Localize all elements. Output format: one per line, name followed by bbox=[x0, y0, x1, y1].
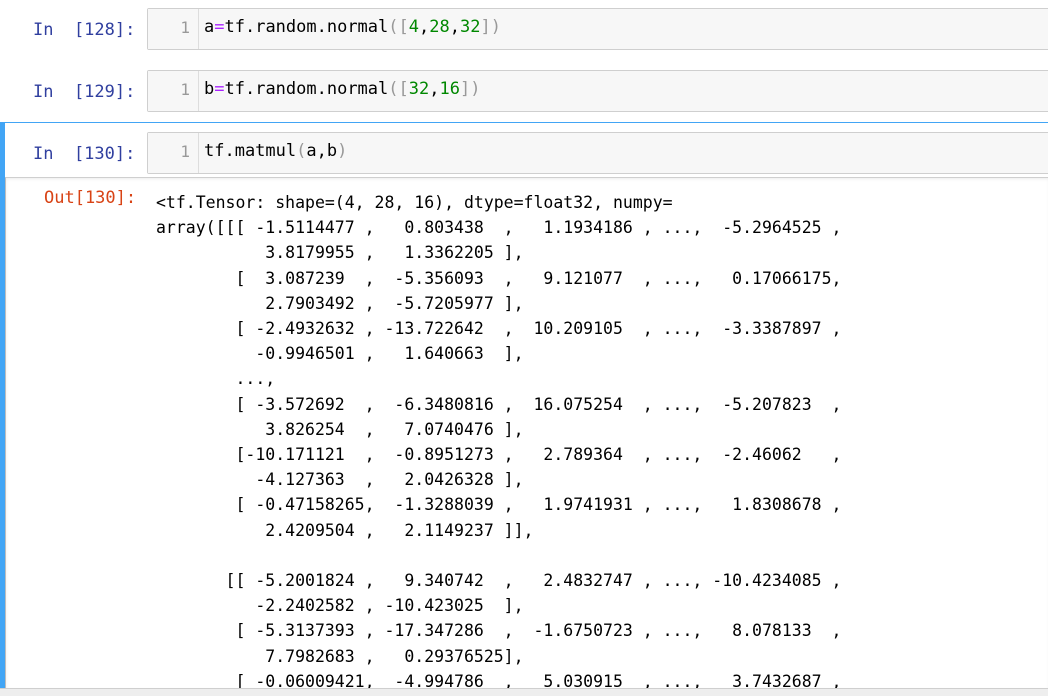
code-line[interactable]: tf.matmul(a,b) bbox=[204, 141, 347, 161]
output-prompt: Out[130]: bbox=[44, 188, 137, 208]
line-gutter: 1 bbox=[148, 133, 199, 173]
input-prompt: In [129]: bbox=[33, 82, 136, 102]
code-line[interactable]: b=tf.random.normal([32,16]) bbox=[204, 79, 480, 99]
input-prompt: In [130]: bbox=[33, 144, 136, 164]
code-line[interactable]: a=tf.random.normal([4,28,32]) bbox=[204, 17, 501, 37]
line-gutter: 1 bbox=[148, 71, 199, 111]
line-number: 1 bbox=[180, 18, 190, 37]
input-prompt: In [128]: bbox=[33, 20, 136, 40]
code-cell-129[interactable]: In [129]: 1 b=tf.random.normal([32,16]) bbox=[0, 70, 1048, 114]
code-editor[interactable]: 1 tf.matmul(a,b) bbox=[147, 132, 1048, 174]
code-editor[interactable]: 1 a=tf.random.normal([4,28,32]) bbox=[147, 8, 1048, 50]
line-number: 1 bbox=[180, 142, 190, 161]
line-gutter: 1 bbox=[148, 9, 199, 49]
scroll-edge bbox=[0, 688, 1048, 696]
tensor-output-text: <tf.Tensor: shape=(4, 28, 16), dtype=flo… bbox=[156, 193, 842, 689]
code-editor[interactable]: 1 b=tf.random.normal([32,16]) bbox=[147, 70, 1048, 112]
code-cell-128[interactable]: In [128]: 1 a=tf.random.normal([4,28,32]… bbox=[0, 8, 1048, 52]
line-number: 1 bbox=[180, 80, 190, 99]
notebook: In [128]: 1 a=tf.random.normal([4,28,32]… bbox=[0, 0, 1048, 696]
output-area[interactable]: Out[130]: <tf.Tensor: shape=(4, 28, 16),… bbox=[5, 177, 1048, 689]
code-cell-130[interactable]: In [130]: 1 tf.matmul(a,b) bbox=[0, 132, 1048, 176]
